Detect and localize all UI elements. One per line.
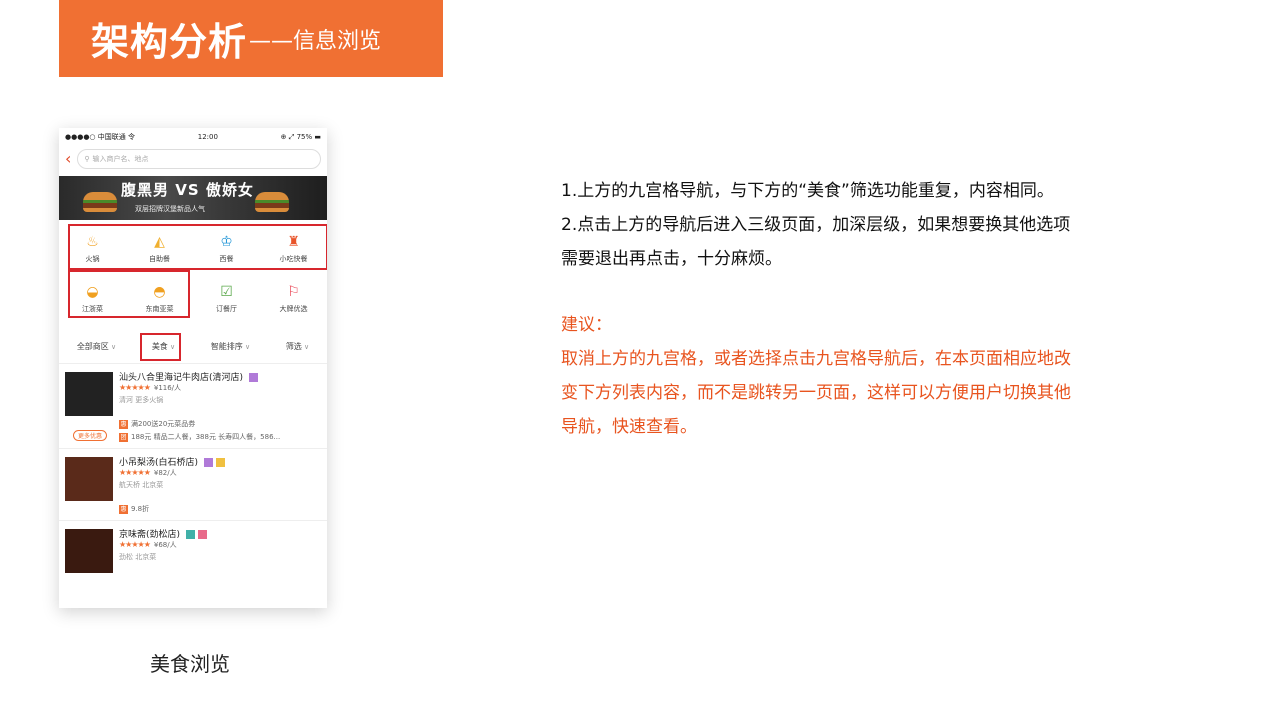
promo-line: 团 188元 精品二人餐，388元 长寿四人餐，586... (119, 432, 281, 442)
search-row: ‹ ⚲ 输入商户名、地点 (59, 146, 327, 172)
category-grid: ♨ 火锅 ◭ 自助餐 ♔ 西餐 ♜ 小吃快餐 ◒ 江浙菜 ◓ 东南亚菜 ☑ 订餐… (59, 220, 327, 328)
note-1: 1.上方的九宫格导航，与下方的“美食”筛选功能重复，内容相同。 (561, 181, 1054, 201)
back-arrow-icon[interactable]: ‹ (65, 151, 71, 167)
status-bar: ●●●●○ 中国联通 令 12:00 ⊕ ⤢ 75% ▬ (59, 128, 327, 146)
ad-banner[interactable]: 腹黑男 VS 傲娇女 双层招牌汉堡新品人气 (59, 176, 327, 220)
promo-icon: 团 (119, 432, 128, 442)
battery-status: ⊕ ⤢ 75% ▬ (280, 132, 321, 141)
restaurant-price: ¥82/人 (153, 469, 177, 477)
burger-image (83, 192, 117, 212)
promo-icon: 惠 (119, 504, 128, 514)
ad-subline: 双层招牌汉堡新品人气 (135, 205, 205, 213)
phone-screenshot: ●●●●○ 中国联通 令 12:00 ⊕ ⤢ 75% ▬ ‹ ⚲ 输入商户名、地… (59, 128, 327, 608)
rating-stars: ★★★★★ (119, 383, 151, 392)
calendar-check-icon: ☑ (220, 284, 233, 300)
rating-stars: ★★★★★ (119, 468, 151, 477)
promo-line: 惠 9.8折 (119, 504, 150, 514)
rating-stars: ★★★★★ (119, 540, 151, 549)
search-input[interactable]: ⚲ 输入商户名、地点 (77, 149, 321, 169)
highlight-box (68, 224, 327, 270)
restaurant-thumbnail (65, 529, 113, 573)
restaurant-name: 小吊梨汤(白石桥店) (119, 458, 199, 468)
tag-icon (197, 530, 207, 539)
tag-icon (248, 373, 258, 382)
page-title: 架构分析 (91, 20, 248, 64)
category-top-brands[interactable]: ⚐ 大牌优选 (260, 276, 327, 322)
filter-bar: 全部商区 美食 智能排序 筛选 (59, 330, 327, 364)
note-2: 2.点击上方的导航后进入三级页面，加深层级，如果想要换其他选项需要退出再点击，十… (561, 215, 1071, 269)
more-offers-badge[interactable]: 更多优惠 (73, 430, 108, 441)
promo-line: 惠满200送20元菜品券 (119, 419, 196, 429)
suggestion-title: 建议： (561, 315, 612, 335)
tag-icon (203, 458, 213, 467)
suggestion-block: 建议： 取消上方的九宫格，或者选择点击九宫格导航后，在本页面相应地改变下方列表内… (561, 308, 1081, 444)
filter-sort[interactable]: 智能排序 (211, 341, 250, 352)
restaurant-row[interactable]: 京味斋(劲松店) ★★★★★ ¥68/人 劲松 北京菜 (59, 521, 327, 573)
restaurant-name: 京味斋(劲松店) (119, 530, 181, 540)
filter-screen[interactable]: 筛选 (286, 341, 309, 352)
restaurant-meta: 航天桥 北京菜 (119, 481, 164, 489)
tag-icon (215, 458, 225, 467)
page-subtitle: ——信息浏览 (249, 28, 382, 54)
restaurant-row[interactable]: 汕头八合里海记牛肉店(清河店) ★★★★★ ¥116/人 清河 更多火锅 惠满20… (59, 364, 327, 449)
restaurant-price: ¥68/人 (153, 541, 177, 549)
restaurant-meta: 劲松 北京菜 (119, 553, 157, 561)
carrier-signal: ●●●●○ 中国联通 令 (65, 133, 135, 141)
analysis-notes: 1.上方的九宫格导航，与下方的“美食”筛选功能重复，内容相同。 2.点击上方的导… (561, 174, 1081, 444)
title-banner: 架构分析 ——信息浏览 (59, 0, 443, 77)
suggestion-body: 取消上方的九宫格，或者选择点击九宫格导航后，在本页面相应地改变下方列表内容，而不… (561, 349, 1071, 437)
restaurant-price: ¥116/人 (153, 384, 182, 392)
slide: 架构分析 ——信息浏览 ●●●●○ 中国联通 令 12:00 ⊕ ⤢ 75% ▬… (0, 0, 1280, 720)
ribbon-icon: ⚐ (287, 284, 300, 300)
phone-caption: 美食浏览 (150, 652, 230, 676)
search-icon: ⚲ (84, 155, 90, 163)
restaurant-thumbnail (65, 372, 113, 416)
highlight-box (140, 333, 181, 361)
tag-icon (185, 530, 195, 539)
restaurant-thumbnail (65, 457, 113, 501)
promo-icon: 惠 (119, 419, 128, 429)
ad-headline: 腹黑男 VS 傲娇女 (121, 181, 254, 199)
category-booking[interactable]: ☑ 订餐厅 (193, 276, 260, 322)
restaurant-name: 汕头八合里海记牛肉店(清河店) (119, 373, 244, 383)
category-label: 订餐厅 (216, 305, 237, 313)
highlight-box (68, 270, 190, 318)
category-label: 大牌优选 (279, 305, 308, 313)
restaurant-meta: 清河 更多火锅 (119, 396, 164, 404)
status-time: 12:00 (197, 133, 218, 141)
filter-area[interactable]: 全部商区 (77, 341, 116, 352)
search-placeholder: 输入商户名、地点 (92, 155, 149, 163)
restaurant-row[interactable]: 小吊梨汤(白石桥店) ★★★★★ ¥82/人 航天桥 北京菜 惠 9.8折 (59, 449, 327, 521)
burger-image (255, 192, 289, 212)
